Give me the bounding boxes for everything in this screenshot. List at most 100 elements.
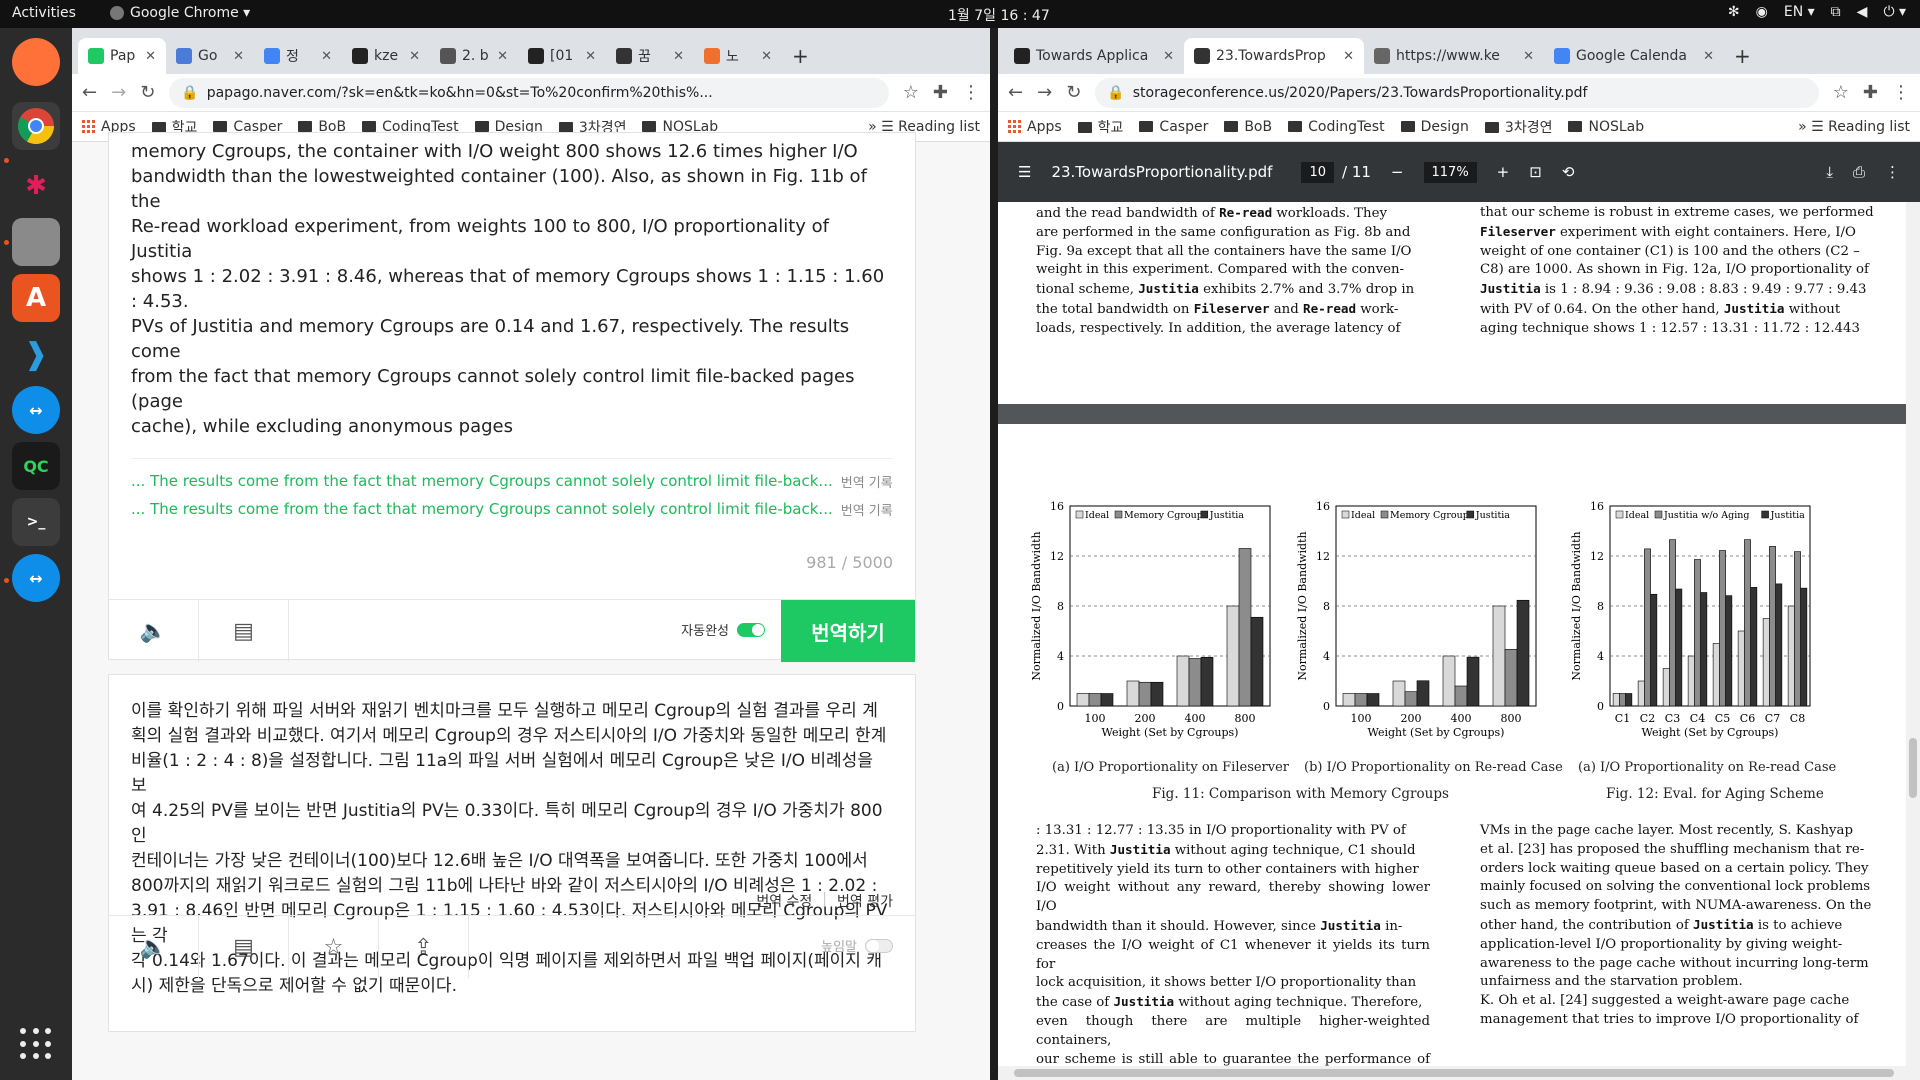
bookmark-6[interactable]: 3차경연 (1484, 117, 1552, 137)
bookmark-0[interactable]: Apps (1008, 119, 1062, 135)
tab-close-icon[interactable]: ✕ (673, 49, 684, 64)
qc-icon[interactable]: QC (12, 442, 60, 490)
speaker-icon[interactable]: 🔈 (109, 916, 199, 978)
reload-icon[interactable]: ↻ (1066, 82, 1081, 103)
history-item[interactable]: ... The results come from the fact that … (131, 467, 893, 495)
new-tab-icon[interactable]: + (1724, 38, 1760, 74)
dictation-icon[interactable]: ▤ (199, 600, 289, 662)
favorite-star-icon[interactable]: ☆ (289, 916, 379, 978)
honorific-toggle[interactable]: 높임말 (821, 936, 893, 955)
share-icon[interactable]: ⇪ (379, 916, 469, 978)
browser-tab[interactable]: 노 ✕ (694, 38, 782, 74)
bookmark-star-icon[interactable]: ☆ (1833, 82, 1849, 103)
sidebar-menu-icon[interactable]: ☰ (1018, 163, 1031, 181)
bookmark-star-icon[interactable]: ☆ (903, 82, 919, 103)
browser-tab[interactable]: https://www.ke ✕ (1364, 38, 1544, 74)
tab-close-icon[interactable]: ✕ (233, 49, 244, 64)
browser-tab[interactable]: kze ✕ (342, 38, 430, 74)
tab-close-icon[interactable]: ✕ (321, 49, 332, 64)
bookmark-4[interactable]: CodingTest (1288, 119, 1385, 135)
tab-close-icon[interactable]: ✕ (1163, 49, 1174, 64)
tab-close-icon[interactable]: ✕ (1523, 49, 1534, 64)
app-menu[interactable]: Google Chrome ▾ (110, 5, 250, 21)
fit-page-icon[interactable]: ⊡ (1529, 163, 1542, 181)
forward-icon[interactable]: → (1037, 82, 1052, 103)
browser-tab[interactable]: Pap ✕ (78, 38, 166, 74)
forward-icon[interactable]: → (111, 82, 126, 103)
print-icon[interactable]: ⎙ (1853, 163, 1865, 181)
vscode-icon[interactable]: ❱ (12, 330, 60, 378)
network-icon[interactable]: ⧉ (1831, 4, 1841, 20)
bookmark-2[interactable]: Casper (1139, 119, 1208, 135)
activities-button[interactable]: Activities (12, 5, 76, 21)
reading-list-button[interactable]: » ☰ Reading list (1798, 119, 1910, 135)
history-item[interactable]: ... The results come from the fact that … (131, 495, 893, 523)
tab-close-icon[interactable]: ✕ (1343, 49, 1354, 64)
power-icon[interactable]: ⏻ ▾ (1883, 4, 1906, 20)
autocomplete-switch[interactable] (737, 622, 765, 637)
copy-icon[interactable]: ▤ (199, 916, 289, 978)
pdf-horizontal-scrollbar[interactable] (998, 1066, 1920, 1080)
url-bar[interactable]: 🔒 papago.naver.com/?sk=en&tk=ko&hn=0&st=… (169, 77, 889, 108)
new-tab-icon[interactable]: + (782, 38, 818, 74)
menu-icon[interactable]: ⋮ (962, 82, 980, 103)
volume-icon[interactable]: ◀ (1857, 4, 1868, 20)
url-bar[interactable]: 🔒 storageconference.us/2020/Papers/23.To… (1095, 77, 1819, 108)
edit-translation-link[interactable]: 번역 수정 (756, 891, 812, 911)
bookmark-1[interactable]: 학교 (1077, 117, 1123, 137)
browser-tab[interactable]: Towards Applica ✕ (1004, 38, 1184, 74)
chrome-dock-icon[interactable] (12, 102, 60, 150)
menu-icon[interactable]: ⋮ (1892, 82, 1910, 103)
browser-tab[interactable]: [01 ✕ (518, 38, 606, 74)
bookmark-3[interactable]: BoB (1224, 119, 1272, 135)
history-meta[interactable]: 번역 기록 ✕ (841, 472, 893, 491)
software-center-icon[interactable]: A (12, 274, 60, 322)
tab-close-icon[interactable]: ✕ (761, 49, 772, 64)
firefox-icon[interactable] (12, 38, 60, 86)
tab-close-icon[interactable]: ✕ (145, 49, 156, 64)
browser-tab[interactable]: 2. b ✕ (430, 38, 518, 74)
browser-tab[interactable]: Go ✕ (166, 38, 254, 74)
extensions-icon[interactable]: ✚ (1863, 82, 1878, 103)
browser-tab[interactable]: Google Calenda ✕ (1544, 38, 1724, 74)
browser-tab[interactable]: 꿈 ✕ (606, 38, 694, 74)
pdf-viewer[interactable]: and the read bandwidth of Re-read worklo… (998, 202, 1920, 1080)
browser-tab[interactable]: 23.TowardsProp ✕ (1184, 38, 1364, 74)
teamviewer-icon-2[interactable]: ↔ (12, 554, 60, 602)
bookmark-5[interactable]: Design (1400, 119, 1469, 135)
translate-button[interactable]: 번역하기 (781, 600, 915, 662)
language-indicator[interactable]: EN ▾ (1784, 4, 1815, 20)
zoom-out-icon[interactable]: − (1391, 163, 1404, 181)
download-icon[interactable]: ⤓ (1826, 163, 1833, 181)
show-applications-icon[interactable] (20, 1028, 52, 1060)
tab-close-icon[interactable]: ✕ (1703, 49, 1714, 64)
zoom-level[interactable]: 117% (1423, 161, 1477, 183)
honorific-switch[interactable] (865, 938, 893, 953)
speaker-icon[interactable]: 🔈 (109, 600, 199, 662)
slack-icon[interactable]: ✱ (12, 162, 60, 210)
rate-translation-link[interactable]: 번역 평가 (837, 891, 893, 911)
terminal-icon[interactable]: >_ (12, 498, 60, 546)
teamviewer-icon[interactable]: ↔ (12, 386, 60, 434)
back-icon[interactable]: ← (1008, 82, 1023, 103)
pdf-scrollbar[interactable] (1906, 202, 1920, 1080)
files-icon[interactable] (12, 218, 60, 266)
settings-icon[interactable]: ✻ (1728, 4, 1740, 20)
reload-icon[interactable]: ↻ (140, 82, 155, 103)
autocomplete-toggle[interactable]: 자동완성 (681, 620, 765, 639)
browser-tab[interactable]: 정 ✕ (254, 38, 342, 74)
keyboard-icon[interactable]: ◉ (1756, 4, 1768, 20)
tab-close-icon[interactable]: ✕ (585, 49, 596, 64)
rotate-icon[interactable]: ⟲ (1562, 163, 1575, 181)
source-text[interactable]: memory Cgroups, the container with I/O w… (109, 133, 915, 439)
tab-close-icon[interactable]: ✕ (497, 49, 508, 64)
extensions-icon[interactable]: ✚ (933, 82, 948, 103)
zoom-in-icon[interactable]: + (1497, 163, 1510, 181)
bookmark-7[interactable]: NOSLab (1568, 119, 1644, 135)
page-number-input[interactable]: 10 (1301, 161, 1334, 183)
tab-close-icon[interactable]: ✕ (409, 49, 420, 64)
system-tray[interactable]: ✻ ◉ EN ▾ ⧉ ◀ ⏻ ▾ (1728, 4, 1906, 20)
back-icon[interactable]: ← (82, 82, 97, 103)
pdf-more-icon[interactable]: ⋮ (1885, 163, 1900, 181)
clock[interactable]: 1월 7일 16 : 47 (948, 5, 1050, 25)
